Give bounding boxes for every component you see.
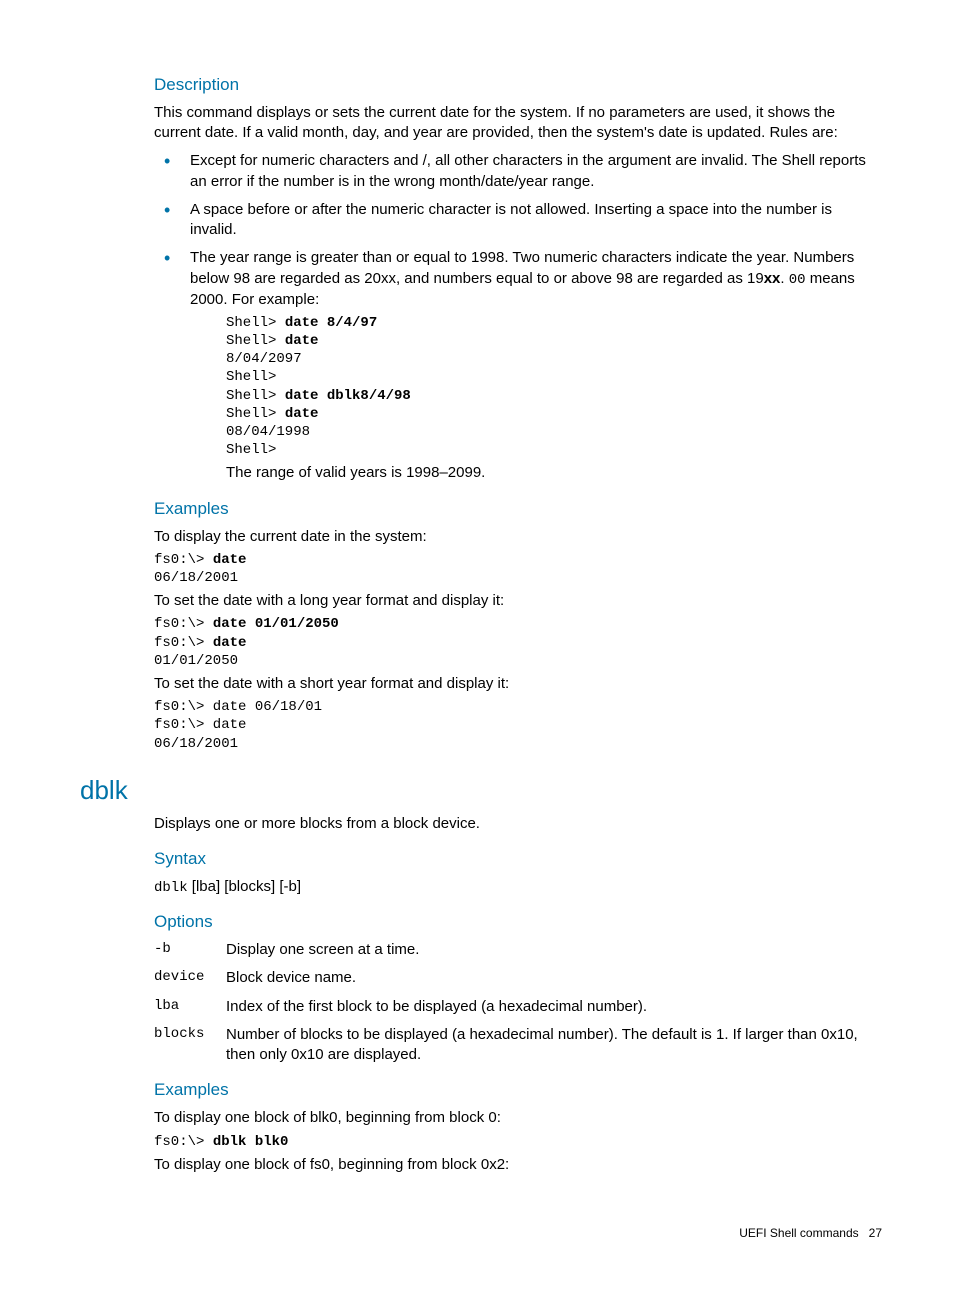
example-text: To display one block of blk0, beginning … xyxy=(154,1108,882,1128)
option-key: blocks xyxy=(154,1025,226,1066)
description-intro: This command displays or sets the curren… xyxy=(154,103,882,144)
rule-item: The year range is greater than or equal … xyxy=(154,248,882,483)
example-text: To display the current date in the syste… xyxy=(154,527,882,547)
footer-label: UEFI Shell commands xyxy=(739,1226,858,1240)
rule-item: Except for numeric characters and /, all… xyxy=(154,151,882,192)
options-heading: Options xyxy=(154,911,882,934)
code-block: fs0:\> date 06/18/2001 xyxy=(154,551,882,587)
rule-text: The year range is greater than or equal … xyxy=(190,249,854,286)
syntax-line: dblk [lba] [blocks] [-b] xyxy=(154,877,882,897)
code-block: Shell> date 8/4/97 Shell> date 8/04/2097… xyxy=(226,314,882,460)
example-text: To set the date with a long year format … xyxy=(154,591,882,611)
page-number: 27 xyxy=(869,1226,882,1240)
rule-bold: xx xyxy=(764,270,781,287)
description-heading: Description xyxy=(154,74,882,97)
dblk-summary: Displays one or more blocks from a block… xyxy=(154,814,882,834)
code-block: fs0:\> date 06/18/01 fs0:\> date 06/18/2… xyxy=(154,698,882,753)
syntax-heading: Syntax xyxy=(154,848,882,871)
option-key: device xyxy=(154,968,226,988)
dblk-section-title: dblk xyxy=(80,773,882,808)
rules-list: Except for numeric characters and /, all… xyxy=(154,151,882,483)
option-desc: Display one screen at a time. xyxy=(226,940,882,960)
option-desc: Index of the first block to be displayed… xyxy=(226,997,882,1017)
option-key: -b xyxy=(154,940,226,960)
rule-code: 00 xyxy=(789,272,806,288)
options-table: -b Display one screen at a time. device … xyxy=(154,940,882,1065)
rule-text: . xyxy=(780,270,788,287)
code-block: fs0:\> dblk blk0 xyxy=(154,1133,882,1151)
page-footer: UEFI Shell commands 27 xyxy=(80,1225,882,1241)
option-desc: Block device name. xyxy=(226,968,882,988)
range-note: The range of valid years is 1998–2099. xyxy=(226,463,882,483)
example-text: To set the date with a short year format… xyxy=(154,674,882,694)
code-block: fs0:\> date 01/01/2050 fs0:\> date 01/01… xyxy=(154,615,882,670)
examples-heading: Examples xyxy=(154,498,882,521)
examples-heading: Examples xyxy=(154,1079,882,1102)
option-desc: Number of blocks to be displayed (a hexa… xyxy=(226,1025,882,1066)
example-text: To display one block of fs0, beginning f… xyxy=(154,1155,882,1175)
rule-item: A space before or after the numeric char… xyxy=(154,200,882,241)
option-key: lba xyxy=(154,997,226,1017)
